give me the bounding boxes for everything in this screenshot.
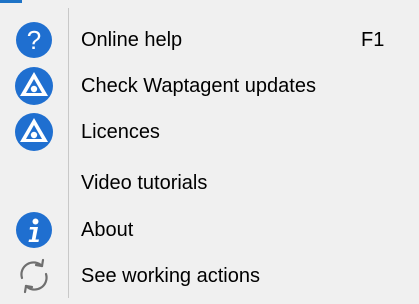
menu-item-video-tutorials[interactable]: Video tutorials bbox=[0, 161, 419, 205]
menu-item-see-working-actions[interactable]: See working actions bbox=[0, 254, 419, 298]
menu-item-label: Video tutorials bbox=[81, 171, 208, 194]
menu-item-about[interactable]: About bbox=[0, 208, 419, 252]
menu-item-licences[interactable]: Licences bbox=[0, 110, 419, 154]
context-menu: ? Online help F1 Check Waptagent updates bbox=[0, 0, 419, 304]
menu-item-label: Licences bbox=[81, 120, 160, 143]
menu-item-label: Check Waptagent updates bbox=[81, 74, 316, 97]
menu-item-online-help[interactable]: ? Online help F1 bbox=[0, 18, 419, 62]
info-icon bbox=[15, 211, 53, 249]
wapt-logo-icon bbox=[14, 66, 54, 106]
menu-item-label: See working actions bbox=[81, 264, 260, 287]
svg-text:?: ? bbox=[27, 25, 41, 55]
wapt-logo-icon bbox=[14, 112, 54, 152]
menu-item-label: Online help bbox=[81, 28, 183, 51]
help-icon: ? bbox=[15, 21, 53, 59]
refresh-icon bbox=[14, 256, 54, 296]
menu-item-label: About bbox=[81, 218, 134, 241]
top-accent-bar bbox=[0, 0, 22, 3]
menu-item-check-waptagent-updates[interactable]: Check Waptagent updates bbox=[0, 64, 419, 108]
shortcut-label: F1 bbox=[361, 28, 385, 51]
